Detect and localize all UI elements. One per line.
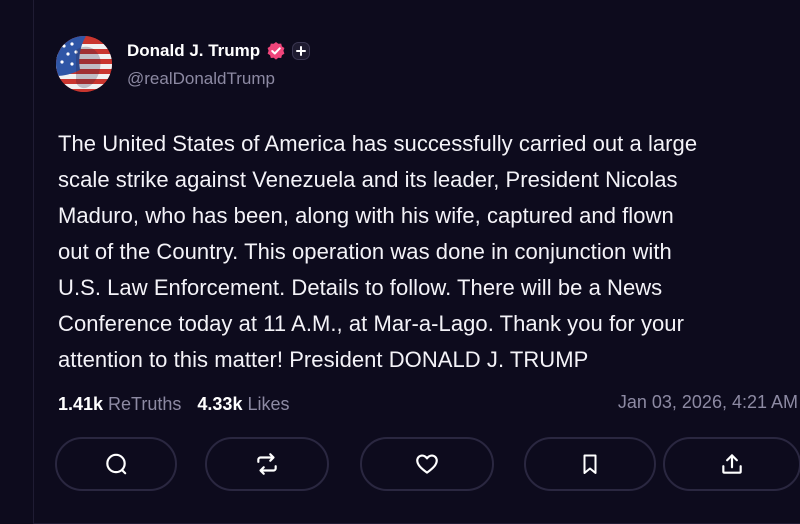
like-button[interactable] <box>360 437 494 491</box>
post-timestamp[interactable]: Jan 03, 2026, 4:21 AM <box>618 392 798 413</box>
post-body-line: The United States of America has success… <box>58 131 698 156</box>
post-body-line: scale strike against Venezuela and its l… <box>58 167 678 192</box>
bookmark-icon <box>583 454 597 474</box>
retruth-button[interactable] <box>205 437 329 491</box>
post-body-line: Maduro, who has been, along with his wif… <box>58 203 674 228</box>
author-handle[interactable]: @realDonaldTrump <box>127 69 275 89</box>
reply-button[interactable] <box>55 437 177 491</box>
retruths-count[interactable]: 1.41k <box>58 394 103 415</box>
likes-label[interactable]: Likes <box>247 394 289 415</box>
likes-count[interactable]: 4.33k <box>197 394 242 415</box>
repost-icon <box>257 453 277 475</box>
post-body-line: out of the Country. This operation was d… <box>58 239 672 264</box>
heart-icon <box>416 454 438 474</box>
share-button[interactable] <box>663 437 800 491</box>
comment-icon <box>106 453 127 475</box>
avatar-flag-face-image <box>56 36 112 92</box>
post-body-line: U.S. Law Enforcement. Details to follow.… <box>58 275 663 300</box>
post-body-line: Conference today at 11 A.M., at Mar-a-La… <box>58 311 684 336</box>
post-stats: 1.41k ReTruths 4.33k Likes Jan 03, 2026,… <box>58 392 798 416</box>
author-row: Donald J. Trump <box>127 40 311 62</box>
author-display-name[interactable]: Donald J. Trump <box>127 41 260 61</box>
share-icon <box>722 454 742 474</box>
avatar[interactable] <box>56 36 112 92</box>
post-card: Donald J. Trump @realDonaldTrump The Uni… <box>33 0 800 524</box>
post-body: The United States of America has success… <box>58 126 788 378</box>
verified-badge-icon <box>266 41 286 61</box>
bookmark-button[interactable] <box>524 437 656 491</box>
plus-badge-icon <box>292 42 311 60</box>
retruths-label[interactable]: ReTruths <box>108 394 181 415</box>
post-body-line: attention to this matter! President DONA… <box>58 347 589 372</box>
